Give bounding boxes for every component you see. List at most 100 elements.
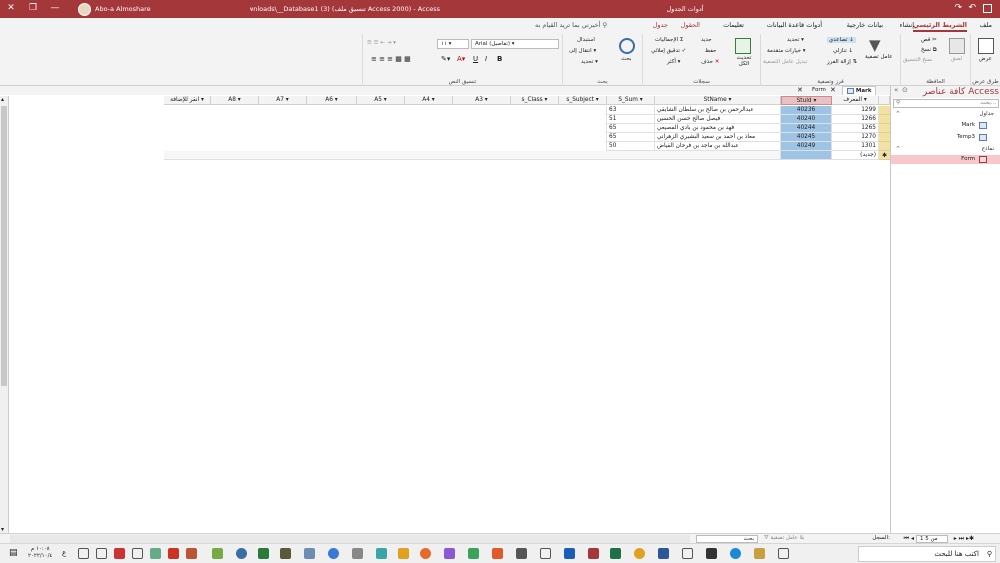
cell-stuid[interactable]: 40245 <box>781 133 832 142</box>
column-header-click-to-add[interactable]: انقر للإضافة ▾ <box>164 96 211 105</box>
user-account[interactable]: Abo-a Almoshare <box>78 2 151 16</box>
select-all-corner[interactable] <box>879 96 890 105</box>
pinned-app-icon[interactable] <box>420 548 431 559</box>
font-size-select[interactable]: ١١ ▾ <box>437 39 469 49</box>
font-name-select[interactable]: Arial (تفاصيل) ▾ <box>471 39 559 49</box>
cell-s-sum[interactable]: 65 <box>607 124 655 133</box>
view-icon[interactable] <box>978 38 994 54</box>
pinned-app-icon[interactable] <box>376 548 387 559</box>
next-record-buttons[interactable]: ▸ ⏭ ▸✱ <box>954 534 974 543</box>
language-indicator[interactable]: ع <box>62 549 66 557</box>
column-header-s-subject[interactable]: s_Subject ▾ <box>559 96 607 105</box>
tab-home[interactable]: الشريط الرئيسي <box>913 21 967 32</box>
pinned-app-icon[interactable] <box>304 548 315 559</box>
excel-icon[interactable] <box>610 548 621 559</box>
tab-help[interactable]: تعليمات <box>723 21 744 29</box>
cell-stuid[interactable]: 40249 <box>781 142 832 151</box>
pinned-app-icon[interactable] <box>540 548 551 559</box>
pinned-app-icon[interactable] <box>492 548 503 559</box>
cell-stname[interactable]: فهد بن محمود بن بادي المصيعي <box>655 124 781 133</box>
spelling-button[interactable]: تدقيق إملائي ✓ <box>651 48 686 54</box>
refresh-icon[interactable] <box>735 38 751 54</box>
nav-item-mark[interactable]: Mark <box>891 121 1000 130</box>
italic-button[interactable]: I <box>485 55 487 63</box>
minimize-window-button[interactable]: — <box>44 0 66 18</box>
sort-descending-button[interactable]: تنازلي ↓ <box>833 48 853 54</box>
underline-button[interactable]: U <box>473 55 478 63</box>
empty-grid-area[interactable] <box>164 106 607 151</box>
tray-app-icon[interactable] <box>168 548 179 559</box>
cell-id[interactable]: 1265 <box>832 124 879 133</box>
tab-create[interactable]: إنشاء <box>900 21 914 29</box>
close-tab-icon[interactable]: ✕ <box>797 86 803 95</box>
find-icon[interactable] <box>619 38 635 54</box>
edge-icon[interactable] <box>730 548 741 559</box>
save-record-button[interactable]: حفظ <box>705 48 716 54</box>
row-selector[interactable] <box>879 142 890 151</box>
tab-database-tools[interactable]: أدوات قاعدة البيانات <box>767 21 822 29</box>
cell-s-sum[interactable]: 65 <box>607 133 655 142</box>
outlook-icon[interactable] <box>564 548 575 559</box>
new-row-cells[interactable] <box>164 151 781 160</box>
cell-stuid[interactable]: 40240 <box>781 115 832 124</box>
tab-table[interactable]: جدول <box>653 21 668 29</box>
datasheet-search-input[interactable]: بحث <box>696 535 758 543</box>
cell-new-stuid[interactable] <box>781 151 832 160</box>
cut-button[interactable]: قص ✂ <box>921 37 937 43</box>
pane-menu-icon[interactable]: ⊙ <box>902 86 908 94</box>
bold-button[interactable]: B <box>497 55 502 63</box>
find-button[interactable]: بحث <box>621 56 631 62</box>
column-header-a4[interactable]: A4 ▾ <box>405 96 453 105</box>
nav-item-form[interactable]: Form <box>891 155 1000 164</box>
align-buttons[interactable]: ≡ ≡ ≡ ▦ ▦ <box>371 55 411 63</box>
refresh-all-button[interactable]: تحديث الكل <box>731 55 757 67</box>
cell-new-id[interactable]: (جديد) <box>832 151 879 160</box>
column-header-id[interactable]: المعرف ▾ <box>832 96 879 105</box>
column-header-s-class[interactable]: s_Class ▾ <box>511 96 559 105</box>
cell-id[interactable]: 1301 <box>832 142 879 151</box>
pinned-app-icon[interactable] <box>328 548 339 559</box>
navigation-pane-title[interactable]: كافة عناصر Access <box>923 87 999 97</box>
replace-button[interactable]: استبدال <box>577 37 595 43</box>
pinned-app-icon[interactable] <box>682 548 693 559</box>
remove-sort-button[interactable]: إزالة الفرز ⇅ <box>827 59 857 65</box>
tray-app-icon[interactable] <box>212 548 223 559</box>
scroll-thumb[interactable] <box>1 106 7 386</box>
chrome-icon[interactable] <box>634 548 645 559</box>
select-button[interactable]: تحديد ▾ <box>581 59 598 65</box>
collapse-pane-icon[interactable]: « <box>894 86 898 94</box>
format-painter-button[interactable]: نسخ التنسيق <box>903 57 932 63</box>
pinned-app-icon[interactable] <box>258 548 269 559</box>
nav-item-temp3[interactable]: Temp3 <box>891 133 1000 142</box>
column-header-a8[interactable]: A8 ▾ <box>211 96 259 105</box>
filter-icon[interactable]: ▼ <box>869 38 885 54</box>
tab-external-data[interactable]: بيانات خارجية <box>847 21 883 29</box>
network-icon[interactable] <box>96 548 107 559</box>
column-header-a5[interactable]: A5 ▾ <box>357 96 405 105</box>
paste-button[interactable]: لصق <box>951 56 962 62</box>
cell-s-sum[interactable]: 51 <box>607 115 655 124</box>
tab-file[interactable]: ملف <box>980 21 992 29</box>
toggle-filter-button[interactable]: تبديل عامل التصفية <box>763 59 807 65</box>
app-icon[interactable] <box>114 548 125 559</box>
cell-id[interactable]: 1299 <box>832 106 879 115</box>
delete-record-button[interactable]: حذف ✕ <box>701 59 719 65</box>
goto-button[interactable]: انتقال إلى ▾ <box>569 48 596 54</box>
tell-me-box[interactable]: أخبرني بما تريد القيام به ⚲ <box>535 21 607 29</box>
totals-button[interactable]: الإجماليات Σ <box>655 37 683 43</box>
cell-id[interactable]: 1270 <box>832 133 879 142</box>
task-view-icon[interactable] <box>778 548 789 559</box>
row-selector[interactable] <box>879 133 890 142</box>
tray-app-icon[interactable] <box>150 548 161 559</box>
selection-button[interactable]: تحديد ▾ <box>787 37 804 43</box>
row-selector[interactable] <box>879 115 890 124</box>
collapse-forms-icon[interactable]: ⌃ <box>895 145 901 153</box>
taskbar-search-input[interactable]: ⚲ اكتب هنا للبحث <box>858 546 996 562</box>
pinned-app-icon[interactable] <box>468 548 479 559</box>
advanced-filter-button[interactable]: خيارات متقدمة ▾ <box>767 48 806 54</box>
collapse-tables-icon[interactable]: ⌃ <box>895 110 901 118</box>
cell-stname[interactable]: معاذ بن أحمد بن سعيد البشيري الزهراني <box>655 133 781 142</box>
horizontal-scrollbar[interactable] <box>10 535 690 543</box>
column-header-stuid[interactable]: StuId ▾ <box>781 96 832 105</box>
cell-s-sum[interactable]: 63 <box>607 106 655 115</box>
